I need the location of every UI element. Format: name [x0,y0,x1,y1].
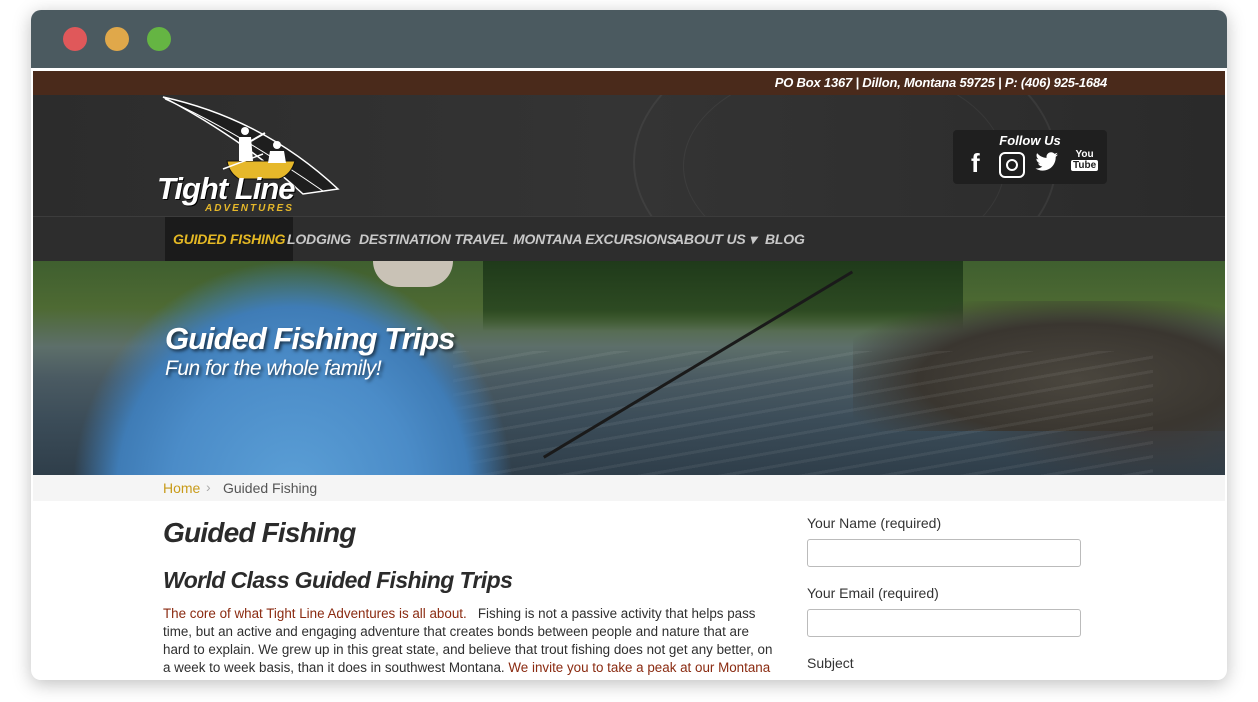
main-navigation: GUIDED FISHING LODGING DESTINATION TRAVE… [33,216,1225,261]
window-titlebar [31,10,1227,68]
breadcrumb-home-link[interactable]: Home [163,480,200,496]
nav-item-blog[interactable]: BLOG [765,217,805,261]
page-viewport: PO Box 1367 | Dillon, Montana 59725 | P:… [33,71,1225,680]
nav-item-guided-fishing[interactable]: GUIDED FISHING [165,217,294,261]
hero-title: Guided Fishing Trips [165,321,455,356]
contact-bar: PO Box 1367 | Dillon, Montana 59725 | P:… [33,71,1225,95]
email-label: Your Email (required) [807,585,939,601]
intro-paragraph: The core of what Tight Line Adventures i… [163,605,775,680]
youtube-icon-top: You [1075,149,1094,160]
hero-subtitle: Fun for the whole family! [165,357,382,380]
section-title: World Class Guided Fishing Trips [163,567,513,593]
youtube-icon-bottom: Tube [1071,160,1099,171]
facebook-icon[interactable]: f [971,148,980,179]
subject-label: Subject [807,655,854,671]
nav-item-lodging[interactable]: LODGING [287,217,351,261]
contact-address: PO Box 1367 | Dillon, Montana 59725 | P:… [774,75,1107,90]
name-label: Your Name (required) [807,515,942,531]
follow-us-title: Follow Us [999,133,1061,148]
name-field[interactable] [807,539,1081,567]
minimize-window-button[interactable] [105,27,129,51]
page-title: Guided Fishing [163,517,356,548]
nav-item-about-us[interactable]: ABOUT US ▾ [674,217,756,261]
nav-item-destination-travel[interactable]: DESTINATION TRAVEL [359,217,508,261]
site-header: Tight Line ADVENTURES Follow Us f You Tu… [33,95,1225,216]
instagram-icon[interactable] [999,152,1025,178]
nav-item-montana-excursions[interactable]: MONTANA EXCURSIONS [513,217,676,261]
browser-window: PO Box 1367 | Dillon, Montana 59725 | P:… [31,10,1227,680]
hero-water [453,351,1153,475]
email-field[interactable] [807,609,1081,637]
maximize-window-button[interactable] [147,27,171,51]
intro-lead-link[interactable]: The core of what Tight Line Adventures i… [163,606,467,621]
follow-us-box: Follow Us f You Tube [953,130,1107,184]
breadcrumb: Home › Guided Fishing [33,475,1225,501]
logo-title: Tight Line [157,171,296,206]
chevron-right-icon: › [206,479,211,495]
hero-banner: Guided Fishing Trips Fun for the whole f… [33,261,1225,475]
breadcrumb-current: Guided Fishing [223,480,318,496]
twitter-icon[interactable] [1035,152,1059,172]
main-content: Guided Fishing World Class Guided Fishin… [33,501,1225,680]
close-window-button[interactable] [63,27,87,51]
logo-subtitle: ADVENTURES [205,203,294,214]
youtube-icon[interactable]: You Tube [1071,149,1099,171]
